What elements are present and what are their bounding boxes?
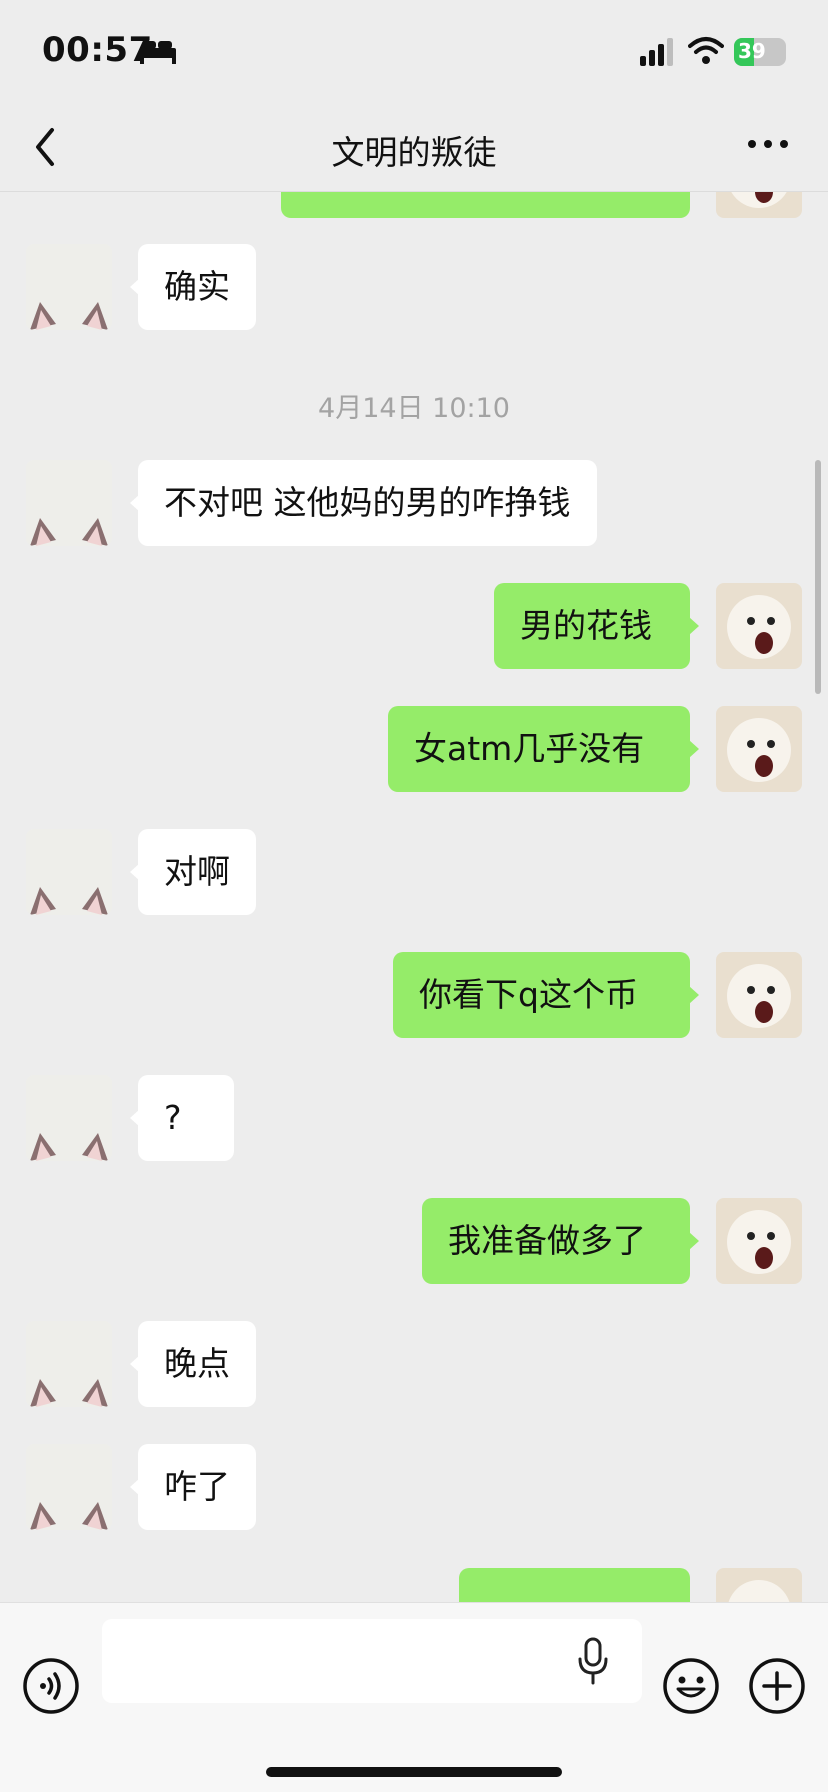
signal-icon bbox=[640, 38, 673, 66]
avatar-cat[interactable] bbox=[26, 1321, 112, 1407]
message-bubble[interactable]: 我准备做多了 bbox=[422, 1198, 690, 1284]
avatar-dog[interactable] bbox=[716, 1568, 802, 1602]
avatar-dog[interactable] bbox=[716, 583, 802, 669]
bubble-tail bbox=[689, 617, 699, 635]
avatar-dog[interactable] bbox=[716, 952, 802, 1038]
voice-icon[interactable] bbox=[22, 1657, 80, 1715]
message-row: 咋了 bbox=[0, 1444, 828, 1530]
message-row: 晚点 bbox=[0, 1321, 828, 1407]
chat-message-list[interactable]: 确实 4月14日 10:10 不对吧 这他妈的男的咋挣钱 男的花钱 女atm几乎… bbox=[0, 192, 828, 1602]
message-bubble[interactable]: 对啊 bbox=[138, 829, 256, 915]
wifi-icon bbox=[688, 37, 724, 64]
message-bubble[interactable]: 不对吧 这他妈的男的咋挣钱 bbox=[138, 460, 597, 546]
avatar-dog[interactable] bbox=[716, 706, 802, 792]
avatar-cat[interactable] bbox=[26, 244, 112, 330]
message-bubble[interactable]: 男的花钱 bbox=[494, 583, 690, 669]
message-row-partial-bottom bbox=[0, 1568, 828, 1602]
message-row: 我准备做多了 bbox=[0, 1198, 828, 1284]
bed-icon bbox=[140, 41, 176, 64]
message-row: ? bbox=[0, 1075, 828, 1161]
message-bubble-partial[interactable] bbox=[281, 192, 690, 218]
scrollbar-thumb[interactable] bbox=[815, 460, 821, 694]
message-bubble[interactable]: 女atm几乎没有 bbox=[388, 706, 690, 792]
message-timestamp: 4月14日 10:10 bbox=[318, 393, 510, 424]
bubble-tail bbox=[689, 986, 699, 1004]
message-input[interactable] bbox=[102, 1619, 642, 1703]
message-bubble[interactable]: 咋了 bbox=[138, 1444, 256, 1530]
avatar-cat[interactable] bbox=[26, 1075, 112, 1161]
battery-percent: 39 bbox=[738, 39, 766, 63]
more-icon[interactable] bbox=[746, 136, 790, 152]
plus-icon[interactable] bbox=[748, 1657, 806, 1715]
battery-indicator: 39 bbox=[734, 38, 786, 66]
home-indicator bbox=[266, 1767, 562, 1777]
avatar-dog[interactable] bbox=[716, 1198, 802, 1284]
avatar-cat[interactable] bbox=[26, 1444, 112, 1530]
status-time: 00:57 bbox=[42, 30, 153, 70]
message-row: 确实 bbox=[0, 244, 828, 330]
message-row: 不对吧 这他妈的男的咋挣钱 bbox=[0, 460, 828, 546]
chat-title: 文明的叛徒 bbox=[331, 133, 497, 172]
message-row-partial-top bbox=[0, 192, 828, 218]
message-row: 你看下q这个币 bbox=[0, 952, 828, 1038]
avatar-cat[interactable] bbox=[26, 829, 112, 915]
bubble-tail bbox=[689, 1232, 699, 1250]
status-bar: 00:57 39 bbox=[0, 0, 828, 100]
nav-bar: 文明的叛徒 bbox=[0, 100, 828, 192]
emoji-icon[interactable] bbox=[662, 1657, 720, 1715]
message-bubble[interactable]: ? bbox=[138, 1075, 234, 1161]
avatar-dog[interactable] bbox=[716, 192, 802, 218]
message-row: 对啊 bbox=[0, 829, 828, 915]
mic-icon[interactable] bbox=[576, 1637, 610, 1685]
message-row: 女atm几乎没有 bbox=[0, 706, 828, 792]
message-bubble[interactable]: 晚点 bbox=[138, 1321, 256, 1407]
input-bar bbox=[0, 1602, 828, 1792]
message-bubble[interactable]: 确实 bbox=[138, 244, 256, 330]
avatar-cat[interactable] bbox=[26, 460, 112, 546]
message-bubble-partial[interactable] bbox=[459, 1568, 690, 1602]
message-bubble[interactable]: 你看下q这个币 bbox=[393, 952, 690, 1038]
bubble-tail bbox=[689, 740, 699, 758]
message-row: 男的花钱 bbox=[0, 583, 828, 669]
